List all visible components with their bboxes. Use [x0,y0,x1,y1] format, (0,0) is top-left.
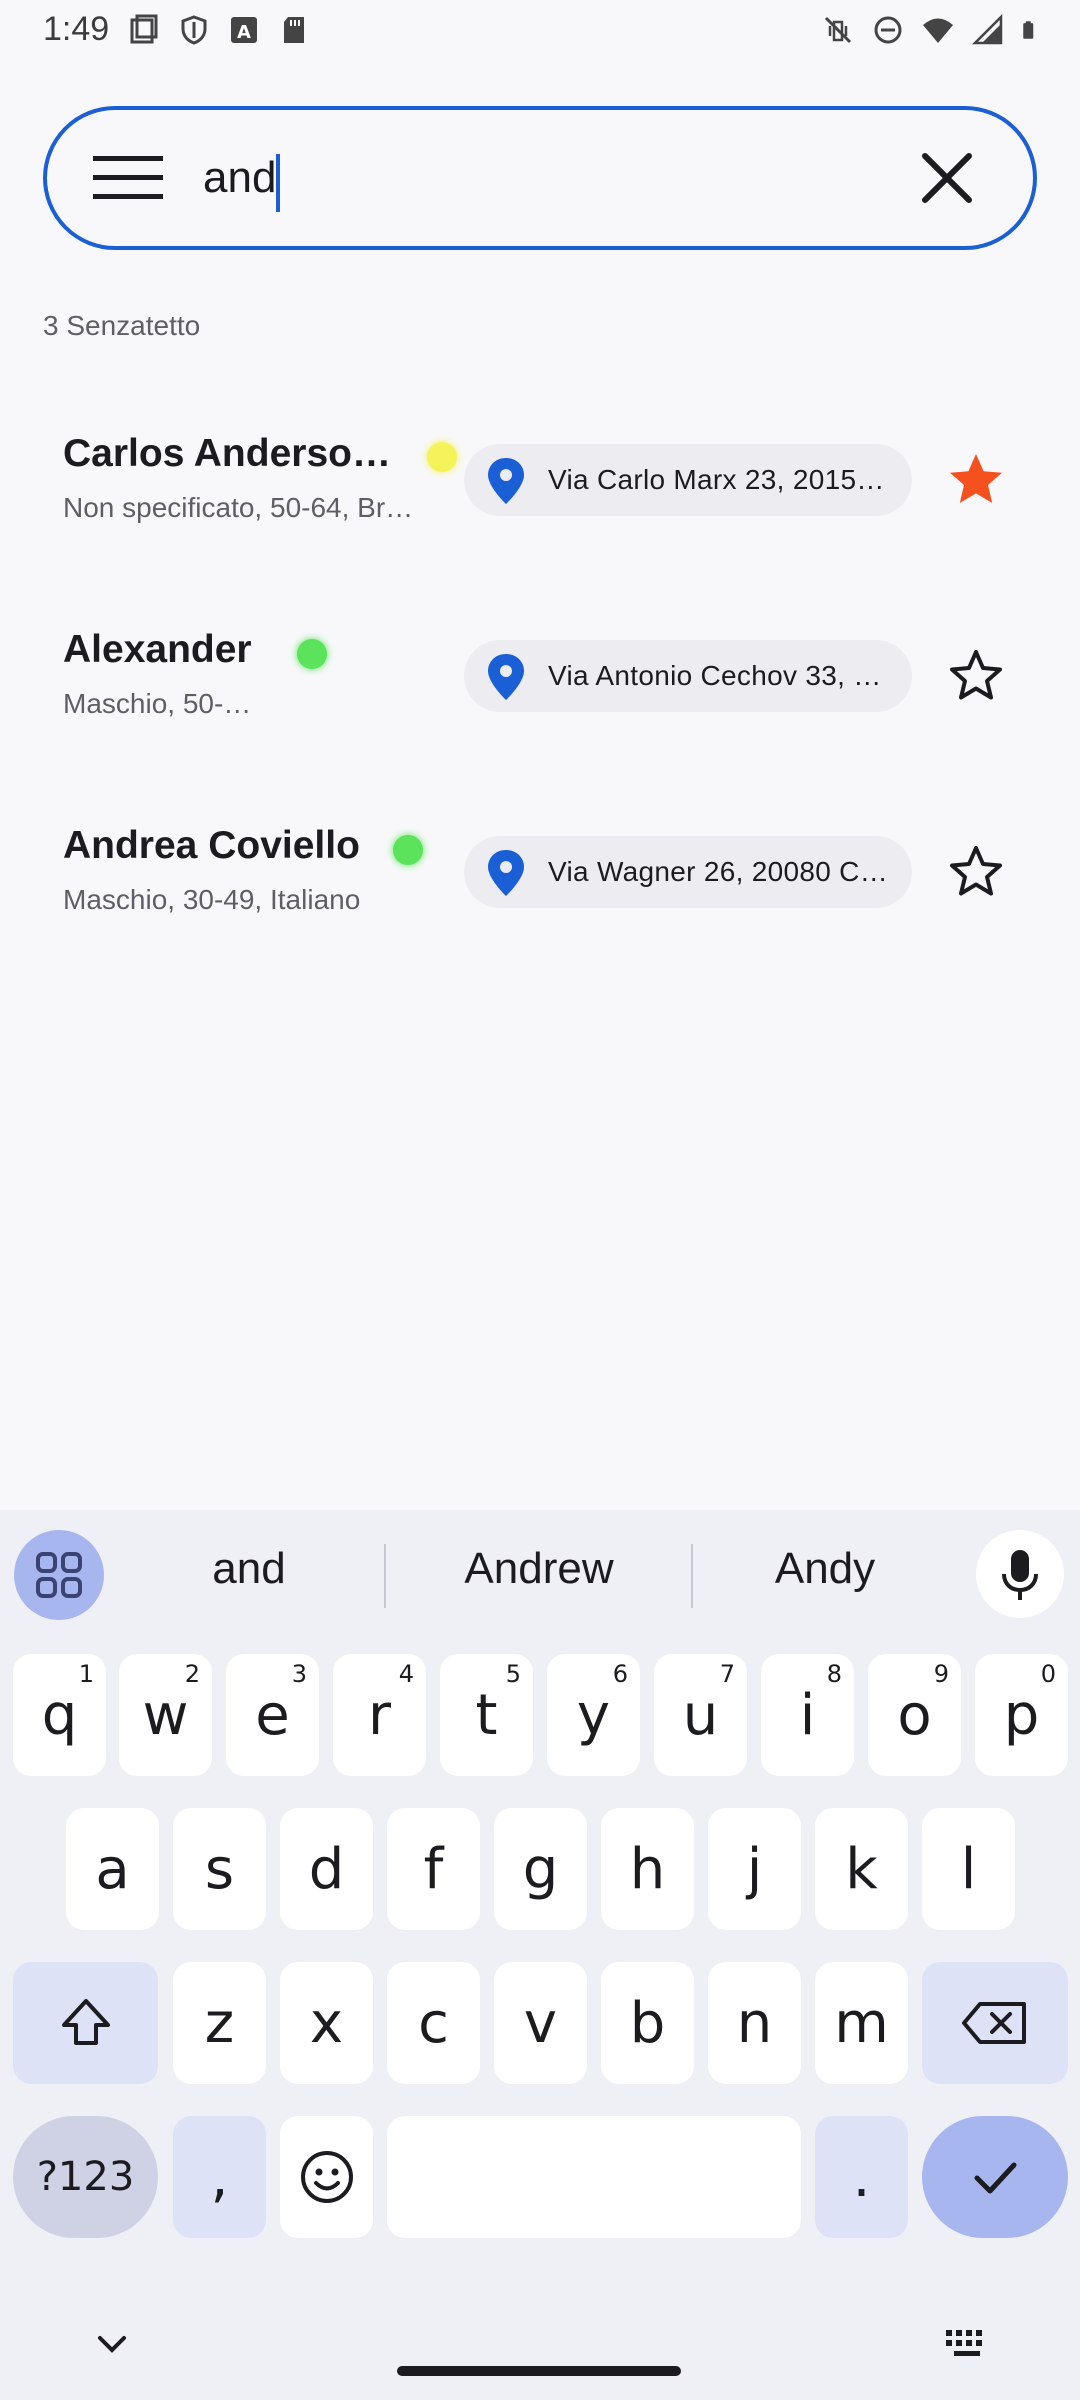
hide-keyboard-icon[interactable] [92,2324,132,2364]
suggestion-1[interactable]: and [154,1544,344,1594]
address-chip[interactable]: Via Carlo Marx 23, 2015… [464,444,912,516]
menu-icon[interactable] [93,156,163,200]
list-item[interactable]: Andrea Coviello Maschio, 30-49, Italiano… [0,790,1080,950]
key-n[interactable]: n [708,1962,801,2084]
key-s[interactable]: s [173,1808,266,1930]
microphone-icon [1002,1550,1038,1600]
person-name: Alexander [63,628,252,671]
key-q[interactable]: q1 [13,1654,106,1776]
keyboard-switch-icon[interactable] [944,2326,990,2360]
voice-input-button[interactable] [976,1530,1064,1618]
list-item[interactable]: Alexander Maschio, 50-… Via Antonio Cech… [0,594,1080,754]
screenshot-icon [130,14,158,44]
key-z[interactable]: z [173,1962,266,2084]
key-u[interactable]: u7 [654,1654,747,1776]
grid-icon [36,1552,82,1598]
battery-icon [1023,21,1034,39]
address-chip[interactable]: Via Wagner 26, 20080 C… [464,836,912,908]
sd-card-icon [284,17,304,43]
svg-text:A: A [237,22,251,43]
key-o[interactable]: o9 [868,1654,961,1776]
comma-key[interactable]: , [173,2116,266,2238]
key-p[interactable]: p0 [975,1654,1068,1776]
status-dot [427,442,457,472]
space-key[interactable] [387,2116,801,2238]
star-filled-icon[interactable] [946,450,1006,510]
key-m[interactable]: m [815,1962,908,2084]
shift-icon [61,1999,110,2045]
shift-key[interactable] [13,1962,158,2084]
person-details: Non specificato, 50-64, Br… [63,492,414,523]
emoji-key[interactable] [280,2116,373,2238]
text-cursor [276,154,280,212]
status-dot [393,835,423,865]
signal-icon [972,14,1003,45]
key-g[interactable]: g [494,1808,587,1930]
star-outline-icon[interactable] [946,646,1006,706]
key-t[interactable]: t5 [440,1654,533,1776]
location-pin-icon [488,850,524,896]
key-w[interactable]: w2 [119,1654,212,1776]
suggestion-divider [384,1544,386,1608]
key-j[interactable]: j [708,1808,801,1930]
close-icon[interactable] [919,150,975,206]
key-f[interactable]: f [387,1808,480,1930]
backspace-icon [962,2002,1026,2044]
checkmark-icon [974,2162,1017,2194]
key-b[interactable]: b [601,1962,694,2084]
status-bar: 1:49 A [0,0,1080,64]
key-v[interactable]: v [494,1962,587,2084]
address-text: Via Carlo Marx 23, 2015… [548,464,885,495]
person-details: Maschio, 30-49, Italiano [63,884,361,915]
search-input[interactable]: and [203,150,276,206]
status-time: 1:49 [43,10,110,48]
shield-icon [181,15,207,45]
person-name: Carlos Anderso… [63,432,391,475]
status-dot [297,639,327,669]
results-count: 3 Senzatetto [43,310,201,341]
person-details: Maschio, 50-… [63,688,252,719]
period-key[interactable]: . [815,2116,908,2238]
address-chip[interactable]: Via Antonio Cechov 33, … [464,640,912,712]
home-indicator[interactable] [397,2366,681,2376]
keyboard: and Andrew Andy q1 w2 e3 r4 t5 y6 u7 i8 … [0,1510,1080,2400]
key-k[interactable]: k [815,1808,908,1930]
key-a[interactable]: a [66,1808,159,1930]
address-text: Via Wagner 26, 20080 C… [548,856,888,887]
star-outline-icon[interactable] [946,842,1006,902]
key-c[interactable]: c [387,1962,480,2084]
key-d[interactable]: d [280,1808,373,1930]
suggestion-3[interactable]: Andy [730,1544,920,1594]
emoji-icon [300,2151,353,2203]
symbols-key[interactable]: ?123 [13,2116,158,2238]
address-text: Via Antonio Cechov 33, … [548,660,882,691]
location-pin-icon [488,654,524,700]
key-l[interactable]: l [922,1808,1015,1930]
search-bar[interactable]: and [43,106,1037,250]
wifi-icon [923,18,953,43]
location-pin-icon [488,458,524,504]
key-i[interactable]: i8 [761,1654,854,1776]
enter-key[interactable] [922,2116,1068,2238]
do-not-disturb-icon [874,16,902,44]
a-icon: A [231,17,257,43]
backspace-key[interactable] [922,1962,1068,2084]
key-h[interactable]: h [601,1808,694,1930]
key-r[interactable]: r4 [333,1654,426,1776]
suggestion-2[interactable]: Andrew [424,1544,654,1594]
key-y[interactable]: y6 [547,1654,640,1776]
key-x[interactable]: x [280,1962,373,2084]
apps-grid-button[interactable] [14,1530,104,1620]
vibrate-off-icon [824,16,852,44]
key-e[interactable]: e3 [226,1654,319,1776]
person-name: Andrea Coviello [63,824,360,867]
suggestion-divider [691,1544,693,1608]
list-item[interactable]: Carlos Anderso… Non specificato, 50-64, … [0,398,1080,558]
